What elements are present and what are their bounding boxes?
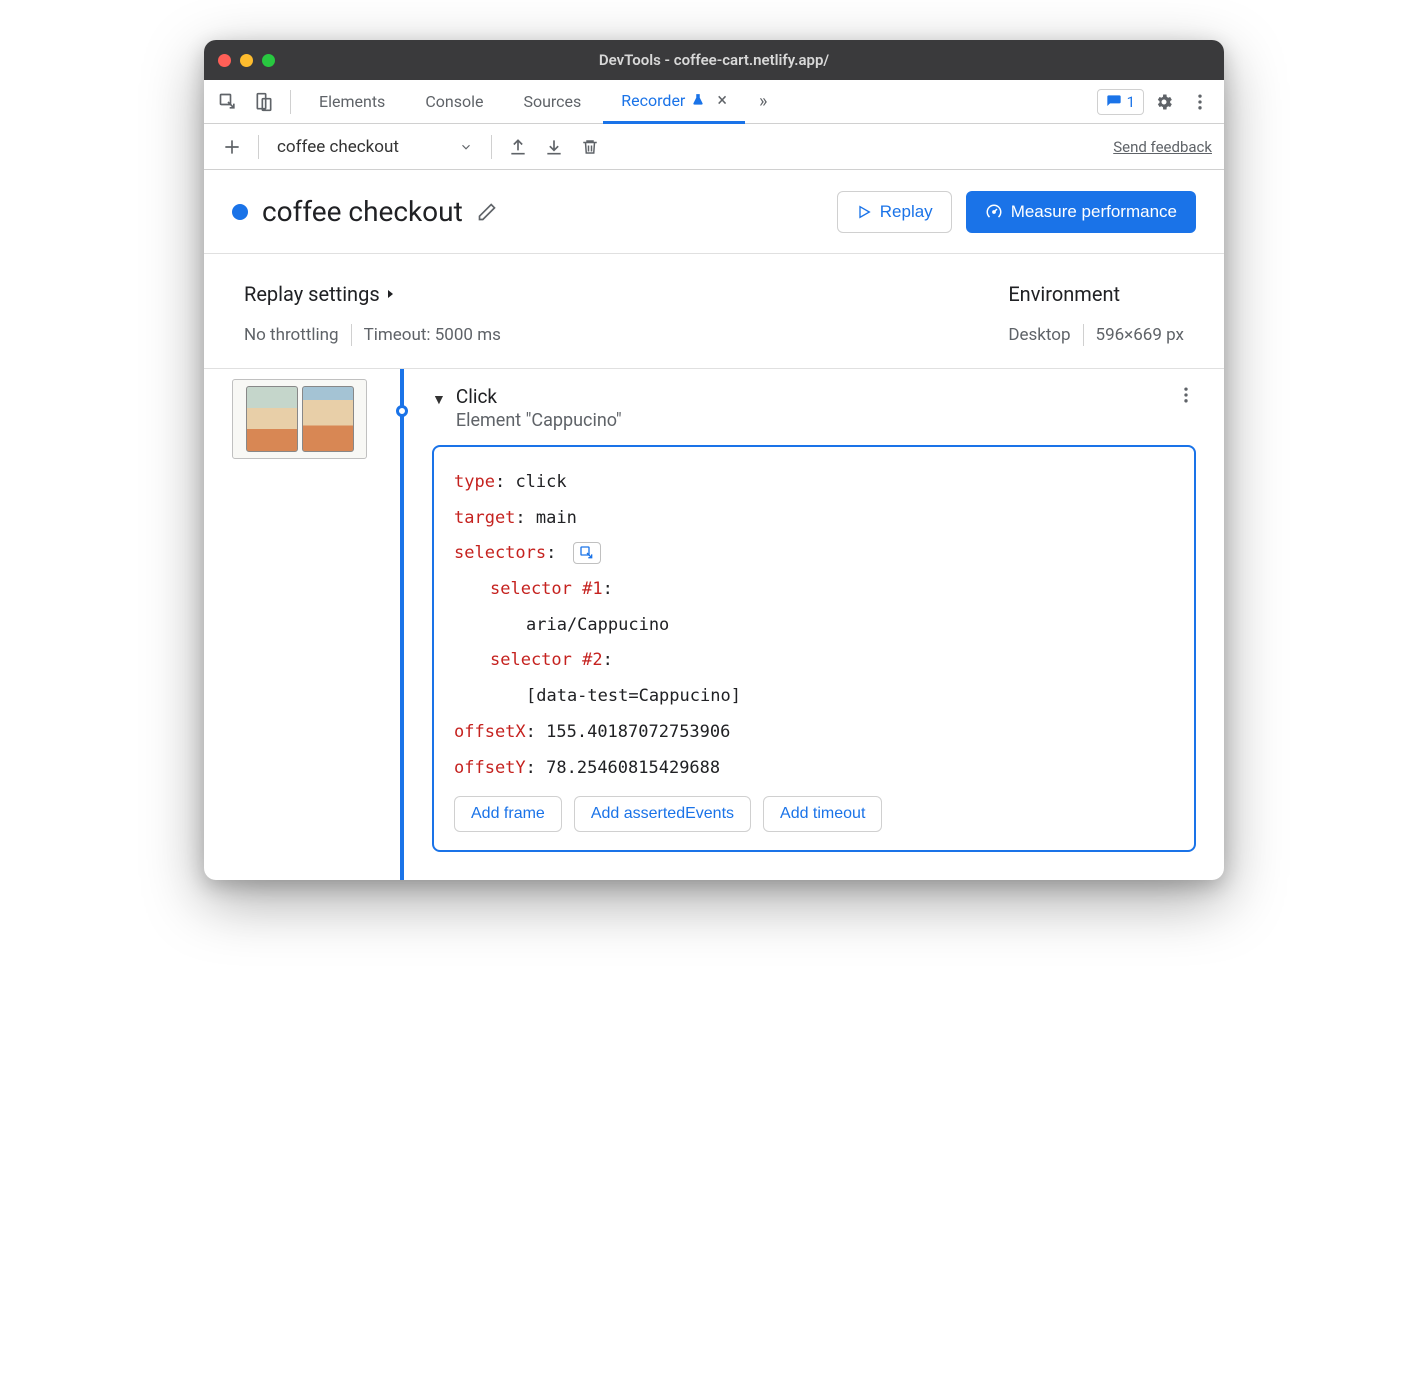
replay-settings-toggle[interactable]: Replay settings — [244, 282, 1008, 306]
window-title: DevTools - coffee-cart.netlify.app/ — [599, 51, 829, 69]
tab-console[interactable]: Console — [407, 80, 501, 124]
timeline-rail — [384, 369, 420, 880]
issues-badge[interactable]: 1 — [1097, 89, 1144, 115]
tab-recorder[interactable]: Recorder × — [603, 80, 745, 124]
viewport-value: 596×669 px — [1096, 325, 1184, 345]
measure-label: Measure performance — [1011, 202, 1177, 222]
collapse-step-button[interactable]: ▼ — [432, 391, 446, 408]
measure-performance-button[interactable]: Measure performance — [966, 191, 1196, 233]
export-button[interactable] — [502, 131, 534, 163]
settings-gear-icon[interactable] — [1148, 86, 1180, 118]
minimize-window-button[interactable] — [240, 54, 253, 67]
offsety-value[interactable]: 78.25460815429688 — [546, 758, 720, 778]
close-tab-icon[interactable]: × — [717, 90, 727, 111]
selector2-value[interactable]: [data-test=Cappucino] — [454, 679, 1174, 715]
panel-tabs: Elements Console Sources Recorder × » 1 — [204, 80, 1224, 124]
replay-button[interactable]: Replay — [837, 191, 952, 233]
issue-count: 1 — [1127, 93, 1135, 111]
timeout-value: Timeout: 5000 ms — [364, 325, 501, 345]
issue-icon — [1106, 94, 1122, 110]
inspect-element-icon[interactable] — [212, 86, 244, 118]
type-key: type — [454, 472, 495, 492]
replay-label: Replay — [880, 202, 933, 222]
more-menu-icon[interactable] — [1184, 86, 1216, 118]
separator — [491, 135, 492, 159]
step-screenshot-thumbnail[interactable] — [232, 379, 367, 459]
timeline-dot — [396, 405, 408, 417]
separator — [351, 324, 352, 346]
close-window-button[interactable] — [218, 54, 231, 67]
selector1-value[interactable]: aria/Cappucino — [454, 608, 1174, 644]
step-details-panel: type: click target: main selectors: sele… — [432, 445, 1196, 852]
offsetx-key: offsetX — [454, 722, 526, 742]
status-dot — [232, 204, 248, 220]
import-button[interactable] — [538, 131, 570, 163]
field-row: selector #1: — [454, 572, 1174, 608]
tab-elements[interactable]: Elements — [301, 80, 403, 124]
throttling-value: No throttling — [244, 325, 339, 345]
offsety-key: offsetY — [454, 758, 526, 778]
thumbnail-graphic — [302, 386, 354, 452]
tab-recorder-label: Recorder — [621, 91, 685, 110]
recording-title: coffee checkout — [262, 195, 463, 228]
selectors-key: selectors — [454, 543, 546, 563]
devtools-window: DevTools - coffee-cart.netlify.app/ Elem… — [204, 40, 1224, 880]
settings-section: Replay settings No throttling Timeout: 5… — [204, 254, 1224, 369]
play-icon — [856, 204, 872, 220]
environment-label: Environment — [1008, 282, 1184, 306]
add-buttons-row: Add frame Add assertedEvents Add timeout — [454, 796, 1174, 832]
environment-values: Desktop 596×669 px — [1008, 324, 1184, 346]
new-recording-button[interactable] — [216, 131, 248, 163]
recording-selector[interactable]: coffee checkout — [269, 137, 481, 157]
separator — [1083, 324, 1084, 346]
edit-title-button[interactable] — [477, 202, 497, 222]
separator — [258, 135, 259, 159]
gauge-icon — [985, 203, 1003, 221]
screenshot-column — [204, 369, 384, 880]
chevron-down-icon — [459, 140, 473, 154]
device-toggle-icon[interactable] — [248, 86, 280, 118]
step-title: Click — [456, 385, 622, 408]
field-row: selectors: — [454, 536, 1174, 572]
offsetx-value[interactable]: 155.40187072753906 — [546, 722, 730, 742]
recording-selector-label: coffee checkout — [277, 137, 399, 157]
type-value[interactable]: click — [515, 472, 566, 492]
target-value[interactable]: main — [536, 508, 577, 528]
titlebar: DevTools - coffee-cart.netlify.app/ — [204, 40, 1224, 80]
field-row: type: click — [454, 465, 1174, 501]
send-feedback-link[interactable]: Send feedback — [1113, 138, 1212, 156]
step-header: ▼ Click Element "Cappucino" — [432, 385, 1196, 431]
field-row: offsetX: 155.40187072753906 — [454, 715, 1174, 751]
field-row: target: main — [454, 501, 1174, 537]
tab-sources[interactable]: Sources — [505, 80, 599, 124]
flask-icon — [691, 93, 705, 107]
device-value: Desktop — [1008, 325, 1070, 345]
step-subtitle: Element "Cappucino" — [456, 410, 622, 431]
selector2-key: selector #2 — [490, 650, 603, 670]
add-frame-button[interactable]: Add frame — [454, 796, 562, 832]
field-row: selector #2: — [454, 643, 1174, 679]
add-asserted-events-button[interactable]: Add assertedEvents — [574, 796, 751, 832]
add-timeout-button[interactable]: Add timeout — [763, 796, 882, 832]
step-more-menu[interactable] — [1176, 385, 1196, 405]
step-column: ▼ Click Element "Cappucino" type: click … — [420, 369, 1224, 880]
step-timeline: ▼ Click Element "Cappucino" type: click … — [204, 369, 1224, 880]
target-key: target — [454, 508, 515, 528]
maximize-window-button[interactable] — [262, 54, 275, 67]
replay-settings-values: No throttling Timeout: 5000 ms — [244, 324, 1008, 346]
delete-button[interactable] — [574, 131, 606, 163]
pick-selector-button[interactable] — [573, 542, 601, 564]
recorder-toolbar: coffee checkout Send feedback — [204, 124, 1224, 170]
replay-settings-label: Replay settings — [244, 282, 380, 306]
more-tabs-button[interactable]: » — [749, 91, 777, 112]
field-row: offsetY: 78.25460815429688 — [454, 751, 1174, 787]
separator — [290, 90, 291, 114]
chevron-right-icon — [384, 288, 396, 300]
recording-header: coffee checkout Replay Measure performan… — [204, 170, 1224, 254]
thumbnail-graphic — [246, 386, 298, 452]
selector1-key: selector #1 — [490, 579, 603, 599]
traffic-lights — [218, 54, 275, 67]
